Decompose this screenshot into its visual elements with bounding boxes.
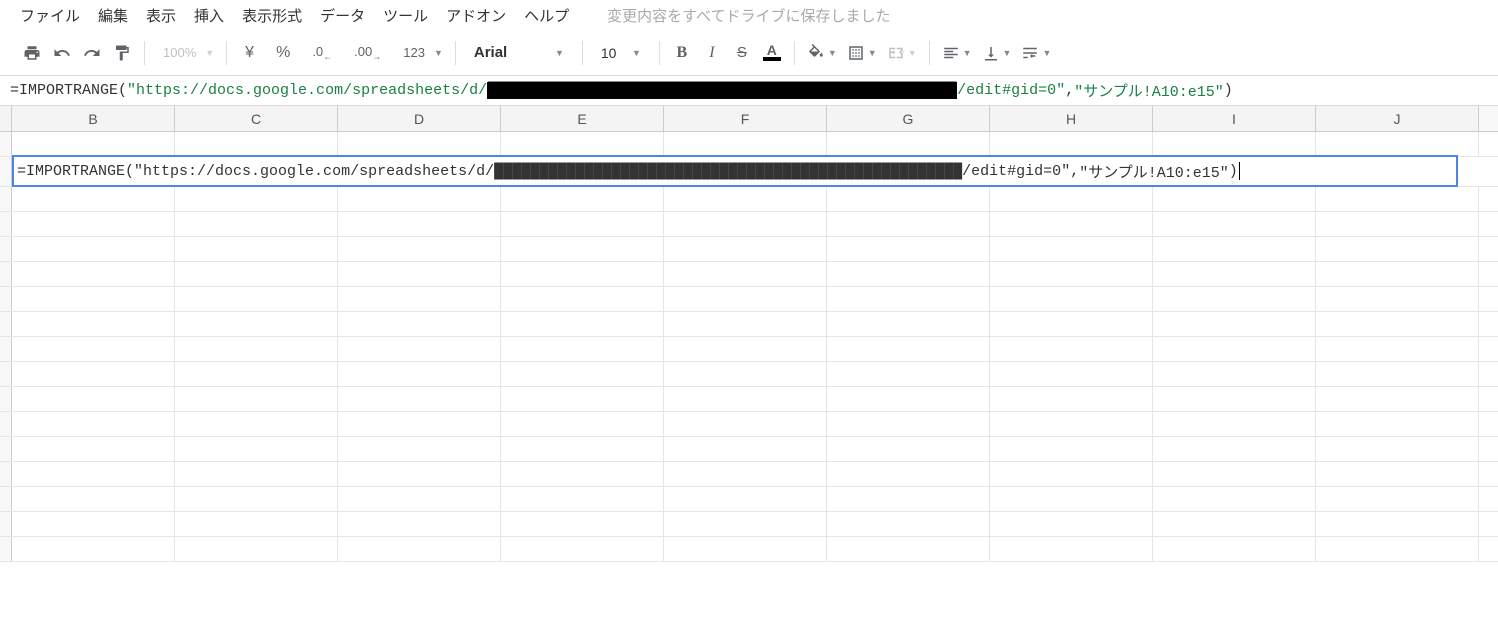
- text-color-button[interactable]: A: [758, 39, 786, 67]
- table-row[interactable]: [0, 287, 1498, 312]
- percent-button[interactable]: %: [266, 39, 300, 67]
- table-row[interactable]: [0, 237, 1498, 262]
- col-header-F[interactable]: F: [664, 106, 827, 131]
- table-row[interactable]: [0, 387, 1498, 412]
- menu-tools[interactable]: ツール: [383, 5, 428, 26]
- table-row[interactable]: [0, 487, 1498, 512]
- column-headers: B C D E F G H I J: [0, 106, 1498, 132]
- formula-bar[interactable]: =IMPORTRANGE( "https://docs.google.com/s…: [0, 76, 1498, 106]
- bold-button[interactable]: B: [668, 39, 696, 67]
- paint-format-icon[interactable]: [108, 39, 136, 67]
- menu-data[interactable]: データ: [320, 5, 365, 26]
- menubar: ファイル 編集 表示 挿入 表示形式 データ ツール アドオン ヘルプ 変更内容…: [0, 0, 1498, 30]
- merge-cells-button[interactable]: ▼: [883, 39, 921, 67]
- redo-icon[interactable]: [78, 39, 106, 67]
- menu-view[interactable]: 表示: [146, 5, 176, 26]
- vertical-align-button[interactable]: ▼: [978, 39, 1016, 67]
- table-row[interactable]: [0, 312, 1498, 337]
- print-icon[interactable]: [18, 39, 46, 67]
- font-family-select[interactable]: Arial▼: [464, 44, 574, 61]
- menu-file[interactable]: ファイル: [20, 5, 80, 26]
- horizontal-align-button[interactable]: ▼: [938, 39, 976, 67]
- col-header-D[interactable]: D: [338, 106, 501, 131]
- grid-rows: =IMPORTRANGE( "https://docs.google.com/s…: [0, 132, 1498, 562]
- text-wrap-button[interactable]: ▼: [1017, 39, 1055, 67]
- currency-button[interactable]: ¥: [235, 39, 264, 67]
- italic-button[interactable]: I: [698, 39, 726, 67]
- table-row[interactable]: [0, 337, 1498, 362]
- col-header-B[interactable]: B: [12, 106, 175, 131]
- table-row[interactable]: [0, 262, 1498, 287]
- col-header-I[interactable]: I: [1153, 106, 1316, 131]
- decrease-decimal-button[interactable]: .0←: [302, 39, 342, 67]
- table-row[interactable]: [0, 132, 1498, 157]
- borders-button[interactable]: ▼: [843, 39, 881, 67]
- number-format-select[interactable]: 123▼: [393, 39, 447, 67]
- toolbar: 100%▼ ¥ % .0← .00→ 123▼ Arial▼ 10▼ B I S…: [0, 30, 1498, 76]
- cell-editor[interactable]: =IMPORTRANGE( "https://docs.google.com/s…: [12, 155, 1458, 187]
- spreadsheet-grid[interactable]: B C D E F G H I J =IMPORTRANGE( "https:/…: [0, 106, 1498, 562]
- undo-icon[interactable]: [48, 39, 76, 67]
- table-row[interactable]: [0, 412, 1498, 437]
- menu-insert[interactable]: 挿入: [194, 5, 224, 26]
- menu-help[interactable]: ヘルプ: [524, 5, 569, 26]
- table-row[interactable]: [0, 462, 1498, 487]
- increase-decimal-button[interactable]: .00→: [344, 39, 391, 67]
- fill-color-button[interactable]: ▼: [803, 39, 841, 67]
- menu-format[interactable]: 表示形式: [242, 5, 302, 26]
- table-row[interactable]: [0, 512, 1498, 537]
- col-header-H[interactable]: H: [990, 106, 1153, 131]
- col-header-J[interactable]: J: [1316, 106, 1479, 131]
- table-row[interactable]: [0, 537, 1498, 562]
- strikethrough-button[interactable]: S: [728, 39, 756, 67]
- save-status: 変更内容をすべてドライブに保存しました: [607, 5, 890, 26]
- table-row[interactable]: [0, 437, 1498, 462]
- menu-addons[interactable]: アドオン: [446, 5, 506, 26]
- table-row[interactable]: [0, 212, 1498, 237]
- table-row[interactable]: [0, 187, 1498, 212]
- col-header-C[interactable]: C: [175, 106, 338, 131]
- corner-cell[interactable]: [0, 106, 12, 131]
- font-size-select[interactable]: 10▼: [591, 45, 651, 61]
- menu-edit[interactable]: 編集: [98, 5, 128, 26]
- formula-bar-content[interactable]: =IMPORTRANGE( "https://docs.google.com/s…: [10, 80, 1233, 101]
- table-row[interactable]: [0, 362, 1498, 387]
- col-header-G[interactable]: G: [827, 106, 990, 131]
- editing-row[interactable]: =IMPORTRANGE( "https://docs.google.com/s…: [0, 157, 1498, 187]
- zoom-select[interactable]: 100%▼: [153, 39, 218, 67]
- col-header-E[interactable]: E: [501, 106, 664, 131]
